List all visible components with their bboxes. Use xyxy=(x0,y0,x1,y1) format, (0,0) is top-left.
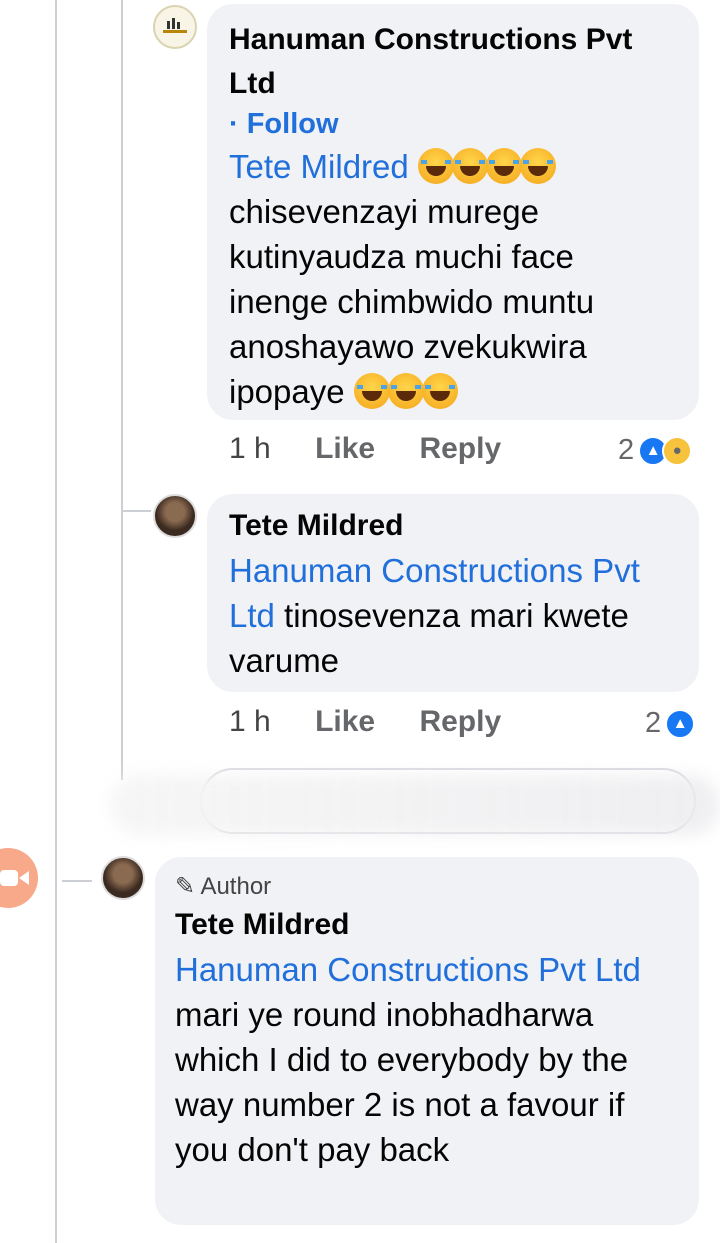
thread-line-main xyxy=(55,0,57,1243)
comment-text: Tete Mildred chisevenzayi murege kutinya… xyxy=(229,144,677,414)
pencil-icon: ✎ xyxy=(175,873,196,900)
like-button[interactable]: Like xyxy=(315,705,375,738)
comment-bubble: Hanuman Constructions Pvt Ltd · Follow T… xyxy=(207,4,699,420)
comment-bubble: ✎ Author Tete Mildred Hanuman Constructi… xyxy=(155,857,699,1225)
comment-author[interactable]: Tete Mildred xyxy=(175,903,679,947)
comment-body: mari ye round inobhadharwa which I did t… xyxy=(175,996,629,1168)
comment-body: tinosevenza mari kwete varume xyxy=(229,597,629,679)
avatar[interactable] xyxy=(153,494,197,538)
avatar[interactable] xyxy=(101,856,145,900)
like-button[interactable]: Like xyxy=(315,432,375,465)
comment-body: chisevenzayi murege kutinyaudza muchi fa… xyxy=(229,193,595,365)
comment-time[interactable]: 1 h xyxy=(229,432,271,465)
tears-of-joy-emoji xyxy=(451,148,488,184)
reaction-count: 2 xyxy=(645,707,662,739)
reaction-count: 2 xyxy=(618,434,635,466)
comment-bubble: Tete Mildred Hanuman Constructions Pvt L… xyxy=(207,494,699,692)
comment-author[interactable]: Hanuman Constructions Pvt Ltd xyxy=(229,18,677,106)
comment-actions: 1 h Like Reply xyxy=(229,432,537,466)
comment-time[interactable]: 1 h xyxy=(229,705,271,738)
tears-of-joy-emoji xyxy=(417,148,454,184)
follow-button[interactable]: · Follow xyxy=(229,104,677,144)
thread-connector xyxy=(121,510,151,512)
comment-text: Hanuman Constructions Pvt Ltd tinosevenz… xyxy=(229,548,677,683)
author-badge-label: Author xyxy=(200,873,272,900)
smudge-overlay xyxy=(110,775,720,835)
wow-icon: ● xyxy=(662,435,693,466)
reply-button[interactable]: Reply xyxy=(419,432,501,465)
comment-text: Hanuman Constructions Pvt Ltd mari ye ro… xyxy=(175,947,679,1172)
video-camera-icon xyxy=(0,870,29,886)
tears-of-joy-emoji xyxy=(519,148,556,184)
thread-line-replies xyxy=(121,0,123,780)
company-logo-icon xyxy=(163,18,187,33)
emoji-group xyxy=(353,373,458,410)
comment-actions: 1 h Like Reply xyxy=(229,705,537,739)
tears-of-joy-emoji xyxy=(387,373,424,409)
comment-body-end: ipopaye xyxy=(229,373,345,410)
mention-link[interactable]: Tete Mildred xyxy=(229,148,409,185)
comment-author[interactable]: Tete Mildred xyxy=(229,504,677,548)
emoji-group xyxy=(417,148,556,185)
mention-link[interactable]: Hanuman Constructions Pvt Ltd xyxy=(175,951,641,988)
tears-of-joy-emoji xyxy=(353,373,390,409)
reply-button[interactable]: Reply xyxy=(419,705,501,738)
tears-of-joy-emoji xyxy=(421,373,458,409)
tears-of-joy-emoji xyxy=(485,148,522,184)
thread-connector xyxy=(62,880,92,882)
avatar[interactable] xyxy=(153,5,197,49)
like-icon: ▲ xyxy=(665,708,696,739)
author-badge: ✎ Author xyxy=(175,871,679,903)
reaction-summary[interactable]: 2 ▲ xyxy=(645,707,696,740)
reaction-summary[interactable]: 2 ▲ ● xyxy=(618,434,693,467)
video-call-button[interactable] xyxy=(0,848,38,908)
